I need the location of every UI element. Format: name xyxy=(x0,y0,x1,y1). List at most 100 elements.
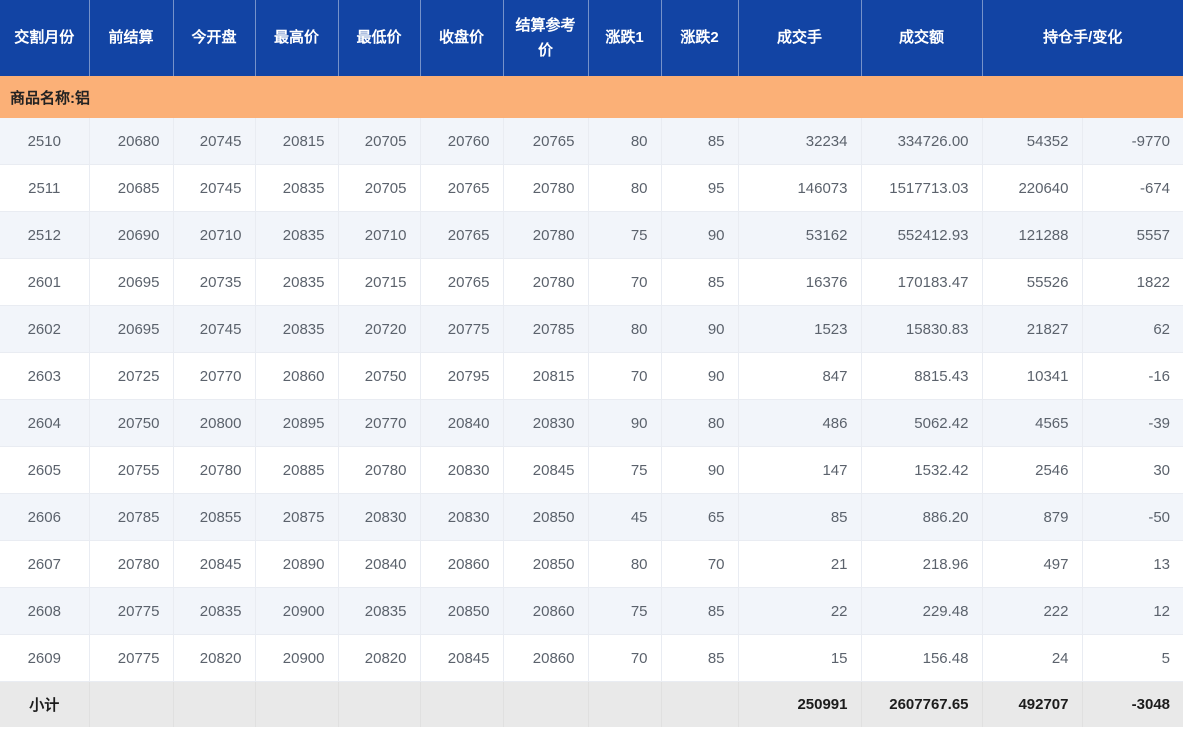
cell-value: 229.48 xyxy=(860,587,983,635)
table-footer: 小计 250991 2607767.65 492707 -3048 xyxy=(0,681,1183,727)
cell-value: 20775 xyxy=(88,587,174,635)
cell-value: 20705 xyxy=(337,118,421,165)
futures-quotes-table: 交割月份 前结算 今开盘 最高价 最低价 收盘价 结算参考价 涨跌1 涨跌2 成… xyxy=(0,0,1183,727)
cell-delivery-month: 2601 xyxy=(0,258,90,306)
cell-value: 847 xyxy=(737,352,862,400)
cell-delivery-month: 2608 xyxy=(0,587,90,635)
subtotal-open-interest: 492707 xyxy=(981,681,1083,727)
cell-value: 20860 xyxy=(254,352,339,400)
cell-delivery-month: 2606 xyxy=(0,493,90,541)
cell-value: 5062.42 xyxy=(860,399,983,447)
commodity-name-label: 商品名称:铝 xyxy=(0,76,1183,118)
cell-value: 147 xyxy=(737,446,862,494)
cell-value: 55526 xyxy=(981,258,1083,306)
table-row: 2601 20695 20735 20835 20715 20765 20780 70 85 16… xyxy=(0,258,1183,306)
cell-value: -16 xyxy=(1081,352,1183,400)
cell-value: 20830 xyxy=(419,493,504,541)
subtotal-row: 小计 250991 2607767.65 492707 -3048 xyxy=(0,681,1183,727)
cell-value: 20765 xyxy=(419,211,504,259)
cell-value: 20765 xyxy=(502,118,589,165)
table-row: 2511 20685 20745 20835 20705 20765 20780 80 95 14… xyxy=(0,164,1183,212)
col-header-close: 收盘价 xyxy=(419,0,503,76)
cell-value: 20685 xyxy=(88,164,174,212)
cell-value: 21827 xyxy=(981,305,1083,353)
cell-value: 8815.43 xyxy=(860,352,983,400)
cell-value: 70 xyxy=(587,352,662,400)
cell-value: 20785 xyxy=(502,305,589,353)
cell-value: 20780 xyxy=(88,540,174,588)
cell-value: 20780 xyxy=(502,211,589,259)
cell-value: 552412.93 xyxy=(860,211,983,259)
cell-value: 20895 xyxy=(254,399,339,447)
cell-value: 12 xyxy=(1081,587,1183,635)
header-row: 交割月份 前结算 今开盘 最高价 最低价 收盘价 结算参考价 涨跌1 涨跌2 成… xyxy=(0,0,1183,76)
group-row-body: 商品名称:铝 xyxy=(0,76,1183,118)
cell-value: 1532.42 xyxy=(860,446,983,494)
col-header-prev-settlement: 前结算 xyxy=(88,0,173,76)
cell-delivery-month: 2604 xyxy=(0,399,90,447)
cell-value: 75 xyxy=(587,446,662,494)
table-header: 交割月份 前结算 今开盘 最高价 最低价 收盘价 结算参考价 涨跌1 涨跌2 成… xyxy=(0,0,1183,76)
cell-value: 85 xyxy=(660,258,739,306)
table-row: 2603 20725 20770 20860 20750 20795 20815 70 90 84… xyxy=(0,352,1183,400)
cell-value: -39 xyxy=(1081,399,1183,447)
table-row: 2606 20785 20855 20875 20830 20830 20850 45 65 85… xyxy=(0,493,1183,541)
cell-value: 20765 xyxy=(419,258,504,306)
cell-value: 13 xyxy=(1081,540,1183,588)
table-row: 2510 20680 20745 20815 20705 20760 20765 80 85 32… xyxy=(0,118,1183,165)
subtotal-empty-cell xyxy=(88,681,174,727)
cell-delivery-month: 2510 xyxy=(0,118,90,165)
cell-value: 32234 xyxy=(737,118,862,165)
cell-value: 20690 xyxy=(88,211,174,259)
cell-value: 20830 xyxy=(419,446,504,494)
table-row: 2608 20775 20835 20900 20835 20850 20860 75 85 22… xyxy=(0,587,1183,635)
cell-value: 22 xyxy=(737,587,862,635)
cell-value: 20875 xyxy=(254,493,339,541)
cell-value: 20770 xyxy=(172,352,256,400)
cell-value: 54352 xyxy=(981,118,1083,165)
col-header-delivery-month: 交割月份 xyxy=(0,0,89,76)
cell-value: 20885 xyxy=(254,446,339,494)
commodity-group-row: 商品名称:铝 xyxy=(0,76,1183,118)
cell-value: 15 xyxy=(737,634,862,682)
cell-value: 62 xyxy=(1081,305,1183,353)
cell-value: 1517713.03 xyxy=(860,164,983,212)
col-header-high: 最高价 xyxy=(254,0,338,76)
cell-value: 20755 xyxy=(88,446,174,494)
cell-value: 10341 xyxy=(981,352,1083,400)
col-header-change1: 涨跌1 xyxy=(587,0,661,76)
cell-value: 90 xyxy=(660,305,739,353)
cell-value: 20725 xyxy=(88,352,174,400)
table-row: 2604 20750 20800 20895 20770 20840 20830 90 80 48… xyxy=(0,399,1183,447)
cell-value: 20765 xyxy=(419,164,504,212)
cell-value: 20855 xyxy=(172,493,256,541)
subtotal-empty-cell xyxy=(587,681,662,727)
table-row: 2607 20780 20845 20890 20840 20860 20850 80 70 21… xyxy=(0,540,1183,588)
cell-value: 95 xyxy=(660,164,739,212)
cell-value: 20850 xyxy=(502,540,589,588)
subtotal-volume: 250991 xyxy=(737,681,862,727)
cell-value: 20770 xyxy=(337,399,421,447)
cell-value: 222 xyxy=(981,587,1083,635)
cell-value: 20785 xyxy=(88,493,174,541)
cell-value: 20845 xyxy=(502,446,589,494)
subtotal-empty-cell xyxy=(172,681,256,727)
cell-value: 20775 xyxy=(419,305,504,353)
cell-value: 20835 xyxy=(254,258,339,306)
cell-value: 80 xyxy=(660,399,739,447)
cell-value: 20780 xyxy=(502,258,589,306)
cell-value: 20900 xyxy=(254,634,339,682)
cell-value: 20695 xyxy=(88,258,174,306)
cell-value: 20780 xyxy=(502,164,589,212)
cell-value: 90 xyxy=(660,352,739,400)
cell-value: 20720 xyxy=(337,305,421,353)
cell-value: 20705 xyxy=(337,164,421,212)
cell-value: 20845 xyxy=(172,540,256,588)
cell-delivery-month: 2512 xyxy=(0,211,90,259)
cell-value: 90 xyxy=(660,211,739,259)
cell-value: 20680 xyxy=(88,118,174,165)
table-body: 2510 20680 20745 20815 20705 20760 20765 80 85 32… xyxy=(0,118,1183,682)
cell-value: 65 xyxy=(660,493,739,541)
cell-value: 146073 xyxy=(737,164,862,212)
cell-value: 20780 xyxy=(172,446,256,494)
